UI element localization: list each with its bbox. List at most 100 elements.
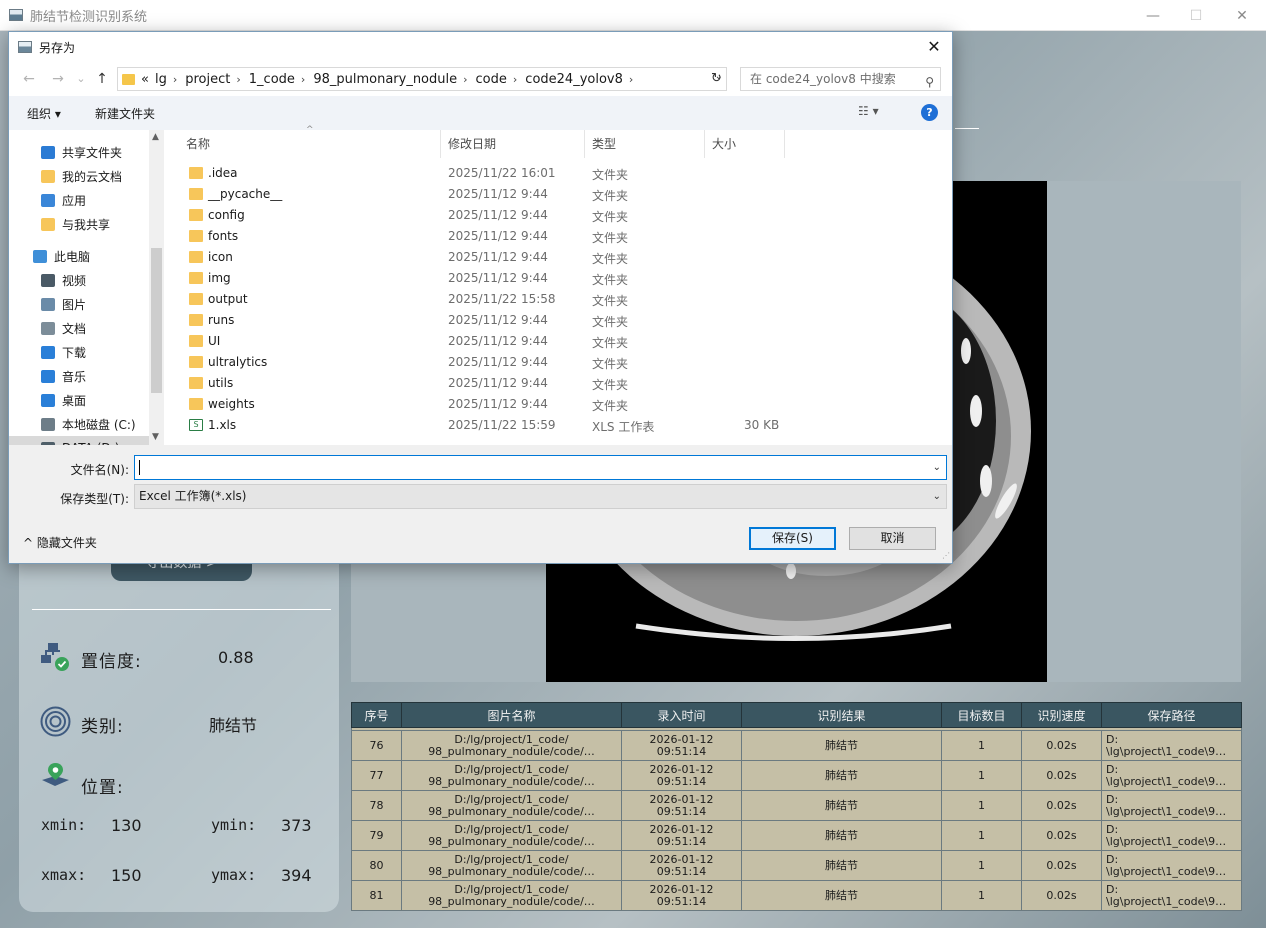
nav-item[interactable]: 下载 (9, 340, 149, 364)
nav-item-label: 与我共享 (62, 217, 111, 232)
nav-item[interactable]: 视频 (9, 268, 149, 292)
column-header[interactable]: 图片名称 (401, 702, 622, 728)
chevron-right-icon[interactable]: › (301, 73, 305, 86)
organize-button[interactable]: 组织 ▾ (27, 105, 61, 122)
cell-count: 1 (941, 820, 1022, 851)
chevron-down-icon[interactable]: ⌄ (933, 485, 941, 508)
file-name: 1.xls (208, 418, 237, 432)
recent-locations-icon[interactable]: ⌄ (72, 70, 90, 88)
scroll-down-icon[interactable]: ▼ (152, 432, 159, 442)
column-header[interactable]: 识别结果 (741, 702, 942, 728)
forward-arrow-icon[interactable]: → (49, 70, 67, 88)
nav-item[interactable]: DATA (D:) (9, 436, 149, 445)
back-arrow-icon[interactable]: ← (20, 70, 38, 88)
column-header-date[interactable]: 修改日期 (441, 130, 585, 158)
breadcrumb-item[interactable]: code (476, 72, 507, 87)
file-date: 2025/11/12 9:44 (448, 229, 548, 243)
breadcrumb-item[interactable]: 98_pulmonary_nodule (313, 72, 457, 87)
scroll-thumb[interactable] (151, 248, 162, 393)
resize-grip-icon[interactable]: ⋰ (942, 551, 950, 560)
help-icon[interactable]: ? (921, 104, 938, 121)
chevron-right-icon[interactable]: › (463, 73, 467, 86)
new-folder-button[interactable]: 新建文件夹 (95, 105, 155, 122)
chevron-right-icon[interactable]: › (629, 73, 633, 86)
scroll-up-icon[interactable]: ▲ (152, 132, 159, 142)
hide-folders-toggle[interactable]: ^ 隐藏文件夹 (23, 534, 97, 551)
view-options-icon[interactable]: ☷ ▾ (858, 104, 879, 118)
table-row[interactable]: 76 D:/lg/project/1_code/ 98_pulmonary_no… (351, 730, 1242, 761)
breadcrumb-item[interactable]: code24_yolov8 (525, 72, 623, 87)
chevron-right-icon[interactable]: › (173, 73, 177, 86)
dialog-icon (18, 41, 32, 53)
file-row[interactable]: weights 2025/11/12 9:44 文件夹 (164, 394, 952, 415)
breadcrumb-overflow[interactable]: « (141, 72, 149, 87)
refresh-icon[interactable]: ↻ (707, 67, 727, 91)
table-row[interactable]: 80 D:/lg/project/1_code/ 98_pulmonary_no… (351, 850, 1242, 881)
cancel-button[interactable]: 取消 (849, 527, 936, 550)
nav-item[interactable]: 桌面 (9, 388, 149, 412)
file-row[interactable]: runs 2025/11/12 9:44 文件夹 (164, 310, 952, 331)
nav-item[interactable]: 本地磁盘 (C:) (9, 412, 149, 436)
nav-item[interactable]: 与我共享 (9, 212, 149, 236)
dialog-close-icon[interactable]: ✕ (922, 35, 946, 59)
nav-item[interactable]: 文档 (9, 316, 149, 340)
file-row[interactable]: UI 2025/11/12 9:44 文件夹 (164, 331, 952, 352)
file-row[interactable]: icon 2025/11/12 9:44 文件夹 (164, 247, 952, 268)
file-row[interactable]: img 2025/11/12 9:44 文件夹 (164, 268, 952, 289)
up-arrow-icon[interactable]: ↑ (93, 70, 111, 88)
file-row[interactable]: S 1.xls 2025/11/22 15:59 XLS 工作表 30 KB (164, 415, 952, 436)
nav-item[interactable]: 音乐 (9, 364, 149, 388)
file-row[interactable]: output 2025/11/22 15:58 文件夹 (164, 289, 952, 310)
chevron-down-icon[interactable]: ⌄ (933, 456, 941, 479)
chevron-right-icon[interactable]: › (513, 73, 517, 86)
file-row[interactable]: .idea 2025/11/22 16:01 文件夹 (164, 163, 952, 184)
file-row[interactable]: fonts 2025/11/12 9:44 文件夹 (164, 226, 952, 247)
column-header-size[interactable]: 大小 (705, 130, 785, 158)
nav-item[interactable]: 应用 (9, 188, 149, 212)
search-input[interactable]: 在 code24_yolov8 中搜索 ⚲ (740, 67, 941, 91)
maximize-button[interactable]: ☐ (1173, 0, 1219, 31)
cell-speed: 0.02s (1021, 790, 1102, 821)
chevron-right-icon[interactable]: › (236, 73, 240, 86)
file-row[interactable]: __pycache__ 2025/11/12 9:44 文件夹 (164, 184, 952, 205)
breadcrumb-item[interactable]: lg (155, 72, 167, 87)
desktop-icon (41, 393, 55, 407)
panel-divider (32, 609, 331, 610)
address-bar[interactable]: « lg › project › 1_code › 98_pulmonary_n… (117, 67, 727, 91)
column-header-name[interactable]: 名称 (179, 130, 441, 158)
table-row[interactable]: 78 D:/lg/project/1_code/ 98_pulmonary_no… (351, 790, 1242, 821)
nav-item[interactable]: 此电脑 (9, 244, 149, 268)
column-header[interactable]: 保存路径 (1101, 702, 1242, 728)
nav-item-label: 桌面 (62, 393, 87, 408)
filetype-select[interactable]: Excel 工作簿(*.xls) ⌄ (134, 484, 947, 509)
cell-count: 1 (941, 880, 1022, 911)
ymax-value: 394 (281, 866, 312, 885)
xmin-value: 130 (111, 816, 142, 835)
column-header[interactable]: 录入时间 (621, 702, 742, 728)
file-row[interactable]: config 2025/11/12 9:44 文件夹 (164, 205, 952, 226)
cell-name: D:/lg/project/1_code/ 98_pulmonary_nodul… (401, 880, 622, 911)
file-row[interactable]: ultralytics 2025/11/12 9:44 文件夹 (164, 352, 952, 373)
file-row[interactable]: utils 2025/11/12 9:44 文件夹 (164, 373, 952, 394)
folder-icon (41, 217, 55, 231)
column-header[interactable]: 识别速度 (1021, 702, 1102, 728)
file-type: 文件夹 (592, 231, 629, 245)
nav-item[interactable]: 图片 (9, 292, 149, 316)
filename-input[interactable]: ⌄ (134, 455, 947, 480)
close-button[interactable]: ✕ (1219, 0, 1265, 31)
minimize-button[interactable]: — (1130, 0, 1176, 31)
table-row[interactable]: 81 D:/lg/project/1_code/ 98_pulmonary_no… (351, 880, 1242, 911)
table-row[interactable]: 79 D:/lg/project/1_code/ 98_pulmonary_no… (351, 820, 1242, 851)
breadcrumb-item[interactable]: 1_code (249, 72, 295, 87)
breadcrumb-item[interactable]: project (185, 72, 230, 87)
column-header[interactable]: 目标数目 (941, 702, 1022, 728)
save-button[interactable]: 保存(S) (749, 527, 836, 550)
table-row[interactable]: 77 D:/lg/project/1_code/ 98_pulmonary_no… (351, 760, 1242, 791)
nav-item[interactable]: 共享文件夹 (9, 140, 149, 164)
column-header[interactable]: 序号 (351, 702, 402, 728)
column-header-type[interactable]: 类型 (585, 130, 705, 158)
navigation-scrollbar[interactable]: ▲ ▼ (149, 130, 164, 445)
search-icon[interactable]: ⚲ (925, 71, 934, 93)
folder-icon (189, 377, 203, 389)
nav-item[interactable]: 我的云文档 (9, 164, 149, 188)
